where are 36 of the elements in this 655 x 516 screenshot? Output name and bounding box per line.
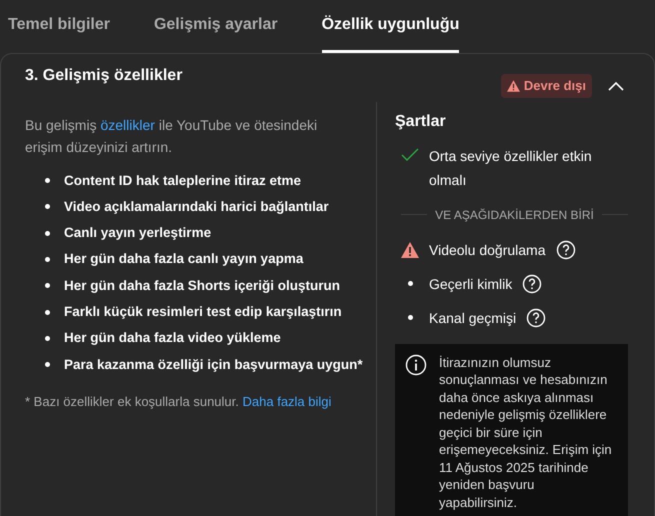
tab[interactable]: Gelişmiş ayarlar — [154, 0, 278, 53]
bullet-icon — [45, 283, 50, 288]
bullet-icon — [45, 178, 50, 184]
notice-text: İtirazınızın olumsuz sonuçlanması ve hesabınızın daha önce askıya alınması nedeniyle gelişmiş özelliklere geçici bir süre için erişemeyeceksiniz. Erişim için 11 Ağustos 2025 tarihinde yeniden başvuru yapabilirsiniz. — [439, 354, 612, 511]
features-link[interactable]: özellikler — [100, 116, 155, 132]
feature-item: Her gün daha fazla Shorts içeriği oluşturun — [64, 276, 340, 295]
bullet-icon — [45, 230, 50, 236]
feature-item: Her gün daha fazla video yükleme — [64, 329, 281, 348]
feature-item: Canlı yayın yerleştirme — [64, 224, 212, 242]
requirement-label: Geçerli kimlik — [429, 274, 512, 294]
bullet-icon — [45, 336, 50, 341]
footnote-text: * Bazı özellikler ek koşullarla sunulur. Daha fazla bilgi — [25, 392, 332, 411]
feature-item: Farklı küçük resimleri test edip karşılaştırın — [64, 303, 342, 321]
divider-label: VE AŞAĞIDAKİLERDEN BİRİ — [435, 206, 594, 224]
intro-text: Bu gelişmiş özellikler ile YouTube ve ötesindeki erişim düzeyinizi artırın. — [25, 116, 318, 157]
bullet-icon — [45, 310, 50, 315]
feature-item: Para kazanma özelliği için başvurmaya uygun* — [64, 356, 363, 374]
help-icon[interactable] — [526, 308, 546, 328]
section-title: 3. Gelişmiş özellikler — [25, 66, 182, 86]
feature-item: Video açıklamalarındaki harici bağlantılar — [64, 198, 329, 216]
requirements-title: Şartlar — [395, 112, 447, 132]
requirement-label: Kanal geçmişi — [429, 308, 516, 328]
learn-more-link[interactable]: Daha fazla bilgi — [242, 394, 332, 409]
tab[interactable]: Temel bilgiler — [8, 0, 110, 53]
help-icon[interactable] — [522, 274, 542, 294]
bullet-icon — [45, 362, 50, 368]
bullet-icon — [45, 204, 50, 210]
bullet-icon — [45, 257, 50, 262]
status-badge: Devre dışı — [500, 74, 592, 98]
help-icon[interactable] — [556, 240, 576, 260]
feature-item: Content ID hak taleplerine itiraz etme — [64, 172, 302, 190]
requirement-label: Videolu doğrulama — [429, 240, 546, 260]
info-icon — [405, 354, 427, 376]
requirement-label: Orta seviye özellikler etkin olmalı — [429, 146, 593, 190]
feature-item: Her gün daha fazla canlı yayın yapma — [64, 250, 304, 268]
warning-icon — [506, 80, 520, 92]
